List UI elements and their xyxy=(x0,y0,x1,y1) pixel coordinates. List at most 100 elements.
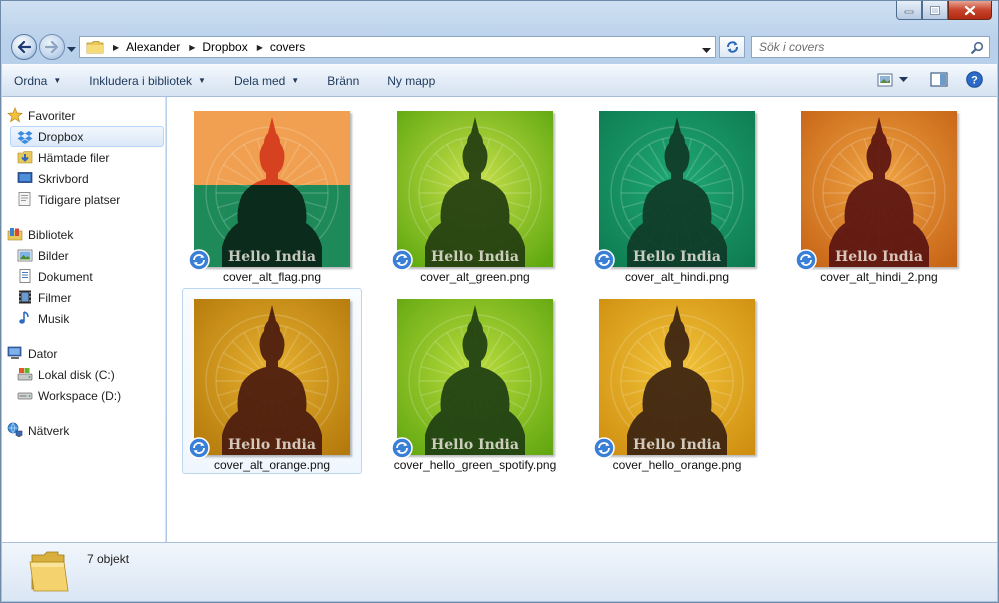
arrow-right-icon xyxy=(45,41,59,53)
chevron-down-icon: ▼ xyxy=(53,76,62,85)
sidebar-item-local-disk-c[interactable]: Lokal disk (C:) xyxy=(2,364,165,385)
file-item[interactable]: Hello India cover_alt_green.png xyxy=(385,100,565,286)
file-thumbnail: Hello India xyxy=(599,299,755,455)
file-thumbnail: Hello India xyxy=(194,111,350,267)
file-item[interactable]: Hello India cover_alt_orange.png xyxy=(182,288,362,474)
command-bar-right: ? xyxy=(865,71,983,88)
recent-pages-dropdown[interactable] xyxy=(67,42,76,56)
title-bar[interactable] xyxy=(1,1,998,29)
breadcrumb-separator-icon[interactable]: ▶ xyxy=(257,43,263,52)
dropbox-sync-icon xyxy=(188,249,210,271)
sidebar-item-label: Tidigare platser xyxy=(38,192,121,207)
file-thumbnail: Hello India xyxy=(801,111,957,267)
sidebar-item-network[interactable]: Nätverk xyxy=(2,420,165,441)
breadcrumb-separator-icon[interactable]: ▶ xyxy=(113,43,119,52)
cover-caption: Hello India xyxy=(431,437,519,453)
sidebar-item-workspace-d[interactable]: Workspace (D:) xyxy=(2,385,165,406)
new-folder-button[interactable]: Ny mapp xyxy=(387,74,435,88)
minimize-button[interactable] xyxy=(896,1,922,20)
help-icon[interactable]: ? xyxy=(966,71,983,88)
preview-pane-icon[interactable] xyxy=(930,72,948,87)
include-in-library-menu[interactable]: Inkludera i bibliotek ▼ xyxy=(89,74,206,88)
sidebar-item-dropbox[interactable]: Dropbox xyxy=(10,126,164,147)
sidebar-item-recent-places[interactable]: Tidigare platser xyxy=(2,189,165,210)
cover-caption: Hello India xyxy=(228,437,316,453)
buddha-cover-image: Hello India xyxy=(599,299,755,455)
file-name: cover_alt_hindi.png xyxy=(624,270,730,284)
buddha-cover-image: Hello India xyxy=(194,111,350,267)
sidebar-item-label: Hämtade filer xyxy=(38,150,110,165)
maximize-button[interactable] xyxy=(922,1,948,20)
file-list: Hello India cover_alt_flag.png Hello India… xyxy=(167,97,997,542)
sidebar-item-label: Skrivbord xyxy=(38,171,89,186)
file-item[interactable]: Hello India cover_hello_orange.png xyxy=(587,288,767,474)
navigation-pane: Favoriter Dropbox Hämtade filer Skrivbor… xyxy=(2,97,166,542)
sidebar-item-computer[interactable]: Dator xyxy=(2,343,165,364)
sidebar-item-pictures[interactable]: Bilder xyxy=(2,245,165,266)
dropbox-sync-icon xyxy=(593,437,615,459)
buddha-cover-image: Hello India xyxy=(397,111,553,267)
sidebar-item-label: Bilder xyxy=(38,248,69,263)
drive-icon xyxy=(17,392,33,400)
sidebar-item-desktop[interactable]: Skrivbord xyxy=(2,168,165,189)
desktop-icon xyxy=(17,172,33,183)
new-folder-label: Ny mapp xyxy=(387,73,436,88)
file-item[interactable]: Hello India cover_alt_hindi_2.png xyxy=(789,100,969,286)
cover-caption: Hello India xyxy=(835,249,923,265)
address-history-dropdown[interactable] xyxy=(702,43,711,57)
sidebar-item-documents[interactable]: Dokument xyxy=(2,266,165,287)
burn-label: Bränn xyxy=(327,73,360,88)
search-input[interactable] xyxy=(759,40,959,54)
sidebar-item-favorites[interactable]: Favoriter xyxy=(2,105,165,126)
svg-text:?: ? xyxy=(971,75,978,87)
file-name: cover_alt_hindi_2.png xyxy=(820,270,938,284)
sidebar-item-downloads[interactable]: Hämtade filer xyxy=(2,147,165,168)
breadcrumb-dropbox[interactable]: Dropbox xyxy=(202,40,247,54)
breadcrumb-alexander[interactable]: Alexander xyxy=(126,40,180,54)
item-count: 7 objekt xyxy=(87,552,130,566)
breadcrumb-covers[interactable]: covers xyxy=(270,40,305,54)
file-item[interactable]: Hello India cover_alt_hindi.png xyxy=(587,100,767,286)
dropbox-sync-icon xyxy=(391,249,413,271)
pictures-icon xyxy=(17,249,33,262)
arrow-left-icon xyxy=(17,41,31,53)
share-with-menu[interactable]: Dela med ▼ xyxy=(234,74,299,88)
view-options-dropdown-icon[interactable] xyxy=(899,76,908,83)
close-button[interactable] xyxy=(948,1,992,20)
dropbox-sync-icon xyxy=(188,437,210,459)
libraries-group: Bibliotek Bilder Dokument Filmer Musik xyxy=(2,224,165,329)
refresh-button[interactable] xyxy=(719,36,745,58)
libraries-icon xyxy=(7,228,23,241)
sidebar-item-music[interactable]: Musik xyxy=(2,308,165,329)
music-icon xyxy=(19,311,29,324)
search-box xyxy=(751,36,990,58)
computer-icon xyxy=(7,346,22,359)
dropbox-icon xyxy=(17,131,33,144)
sidebar-item-label: Bibliotek xyxy=(28,227,74,242)
chevron-down-icon: ▼ xyxy=(291,76,300,85)
file-name: cover_alt_orange.png xyxy=(213,458,331,472)
file-item[interactable]: Hello India cover_alt_flag.png xyxy=(182,100,362,286)
forward-button[interactable] xyxy=(39,34,65,60)
chevron-down-icon xyxy=(702,48,711,53)
breadcrumb-separator-icon[interactable]: ▶ xyxy=(189,43,195,52)
chevron-down-icon xyxy=(67,47,76,52)
file-name: cover_alt_flag.png xyxy=(222,270,322,284)
file-item[interactable]: Hello India cover_hello_green_spotify.png xyxy=(385,288,565,474)
file-name: cover_hello_green_spotify.png xyxy=(393,458,557,472)
change-view-icon[interactable] xyxy=(877,73,893,87)
burn-button[interactable]: Bränn xyxy=(327,74,359,88)
sidebar-item-libraries[interactable]: Bibliotek xyxy=(2,224,165,245)
favorites-group: Favoriter Dropbox Hämtade filer Skrivbor… xyxy=(2,105,165,210)
sidebar-item-label: Musik xyxy=(38,311,70,326)
cover-caption: Hello India xyxy=(431,249,519,265)
downloads-icon xyxy=(17,151,33,164)
computer-group: Dator Lokal disk (C:) Workspace (D:) xyxy=(2,343,165,406)
sidebar-item-videos[interactable]: Filmer xyxy=(2,287,165,308)
search-icon[interactable] xyxy=(971,41,984,54)
organize-menu[interactable]: Ordna ▼ xyxy=(14,74,61,88)
sidebar-item-label: Filmer xyxy=(38,290,72,305)
back-button[interactable] xyxy=(11,34,37,60)
maximize-icon xyxy=(930,5,940,15)
address-bar[interactable]: ▶ Alexander ▶ Dropbox ▶ covers xyxy=(79,36,716,58)
